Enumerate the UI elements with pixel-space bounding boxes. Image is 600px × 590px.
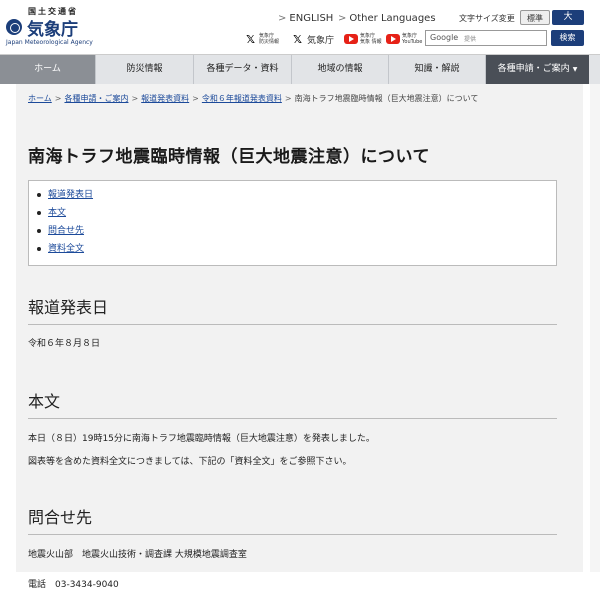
nav-applications-label: 各種申請・ご案内 [497,64,570,74]
agency-name-en: Japan Meteorological Agency [6,39,93,46]
body-paragraph-2: 図表等を含めた資料全文につきましては、下記の「資料全文」をご参照下さい。 [28,457,352,467]
toc-link-fulltext[interactable]: 資料全文 [48,240,84,258]
toc-item: 問合せ先 [37,222,556,240]
toc-link-contact[interactable]: 問合せ先 [48,222,84,240]
nav-regional[interactable]: 地域の情報 [292,55,389,84]
main-content: ホーム > 各種申請・ご案内 > 報道発表資料 > 令和６年報道発表資料 > 南海トラフ地震臨時… [28,92,561,590]
jma-emblem-icon [6,19,22,35]
global-nav: ホーム 防災情報 各種データ・資料 地域の情報 知識・解説 各種申請・ご案内 ▼ [0,54,600,84]
breadcrumb-separator: > [54,94,62,103]
sns-label: 気象庁 気象 情報 [360,33,382,45]
youtube-weather-link[interactable]: 気象庁 気象 情報 [344,31,382,47]
site-header: 国土交通省 気象庁 Japan Meteorological Agency > E… [0,0,600,54]
breadcrumb-press[interactable]: 報道発表資料 [141,94,189,103]
toc-item: 本文 [37,204,556,222]
search-button[interactable]: 検索 [551,30,584,46]
page-title: 南海トラフ地震臨時情報（巨大地震注意）について [28,147,430,167]
nav-data[interactable]: 各種データ・資料 [194,55,292,84]
nav-home[interactable]: ホーム [0,55,96,84]
section-title-contact: 問合せ先 [28,504,557,535]
sns-label: 気象庁 [307,35,335,46]
youtube-icon [386,34,400,44]
breadcrumb-applications[interactable]: 各種申請・ご案内 [64,94,128,103]
caret-down-icon: ▼ [572,66,578,73]
breadcrumb-current: 南海トラフ地震臨時情報（巨大地震注意）について [294,94,479,103]
breadcrumb-home[interactable]: ホーム [28,94,52,103]
font-size-standard-button[interactable]: 標準 [520,10,550,25]
section-title-date: 報道発表日 [28,294,557,325]
section-title-body: 本文 [28,388,557,419]
toc-item: 報道発表日 [37,186,556,204]
search-placeholder: 提供 [464,36,477,43]
breadcrumb-separator: > [192,94,199,103]
x-jma-link[interactable]: 𝕏 気象庁 [291,31,334,47]
lang-english-label: ENGLISH [289,13,334,24]
content-area: ホーム > 各種申請・ご案内 > 報道発表資料 > 令和６年報道発表資料 > 南海トラフ地震臨時… [16,84,583,590]
breadcrumb-separator: > [284,94,292,103]
font-size-label: 文字サイズ変更 [459,14,515,23]
breadcrumb: ホーム > 各種申請・ご案内 > 報道発表資料 > 令和６年報道発表資料 > 南海トラフ地震臨時… [28,92,561,106]
contact-department: 地震火山部 地震火山技術・調査課 大規模地震調査室 [28,550,247,560]
breadcrumb-press-r6[interactable]: 令和６年報道発表資料 [202,94,282,103]
x-icon: 𝕏 [246,32,255,46]
sns-label: 気象庁 防災情報 [259,33,280,45]
lang-other-label: Other Languages [349,13,436,24]
youtube-jma-link[interactable]: 気象庁 YouTube [386,31,422,47]
nav-applications[interactable]: 各種申請・ご案内 ▼ [486,55,589,84]
bullet-icon [37,229,41,233]
font-size-large-button[interactable]: 大 [552,10,584,25]
x-disaster-link[interactable]: 𝕏 気象庁 防災情報 [244,31,279,47]
agency-name: 気象庁 [27,20,78,40]
bullet-icon [37,211,41,215]
site-logo[interactable]: 国土交通省 気象庁 Japan Meteorological Agency [6,6,96,48]
table-of-contents: 報道発表日 本文 問合せ先 資料全文 [28,180,557,266]
toc-link-date[interactable]: 報道発表日 [48,186,93,204]
contact-phone: 電話 03-3434-9040 [28,580,119,590]
lang-english-link[interactable]: > ENGLISH [278,13,333,24]
bullet-icon [37,247,41,251]
toc-link-body[interactable]: 本文 [48,204,66,222]
sns-label: 気象庁 YouTube [402,33,423,45]
breadcrumb-separator: > [131,94,139,103]
bullet-icon [37,193,41,197]
chevron-right-icon: > [278,13,287,24]
search-input[interactable]: Google 提供 [425,30,547,46]
nav-disaster-info[interactable]: 防災情報 [96,55,194,84]
chevron-right-icon: > [338,13,347,24]
x-icon: 𝕏 [293,32,302,46]
lang-other-link[interactable]: > Other Languages [338,13,436,24]
press-date: 令和６年８月８日 [28,339,101,349]
page-scrollbar[interactable] [590,84,600,572]
body-paragraph-1: 本日（８日）19時15分に南海トラフ地震臨時情報（巨大地震注意）を発表しました。 [28,434,375,444]
toc-item: 資料全文 [37,240,556,258]
search-brand: Google [430,33,459,42]
nav-knowledge[interactable]: 知識・解説 [389,55,486,84]
youtube-icon [344,34,358,44]
